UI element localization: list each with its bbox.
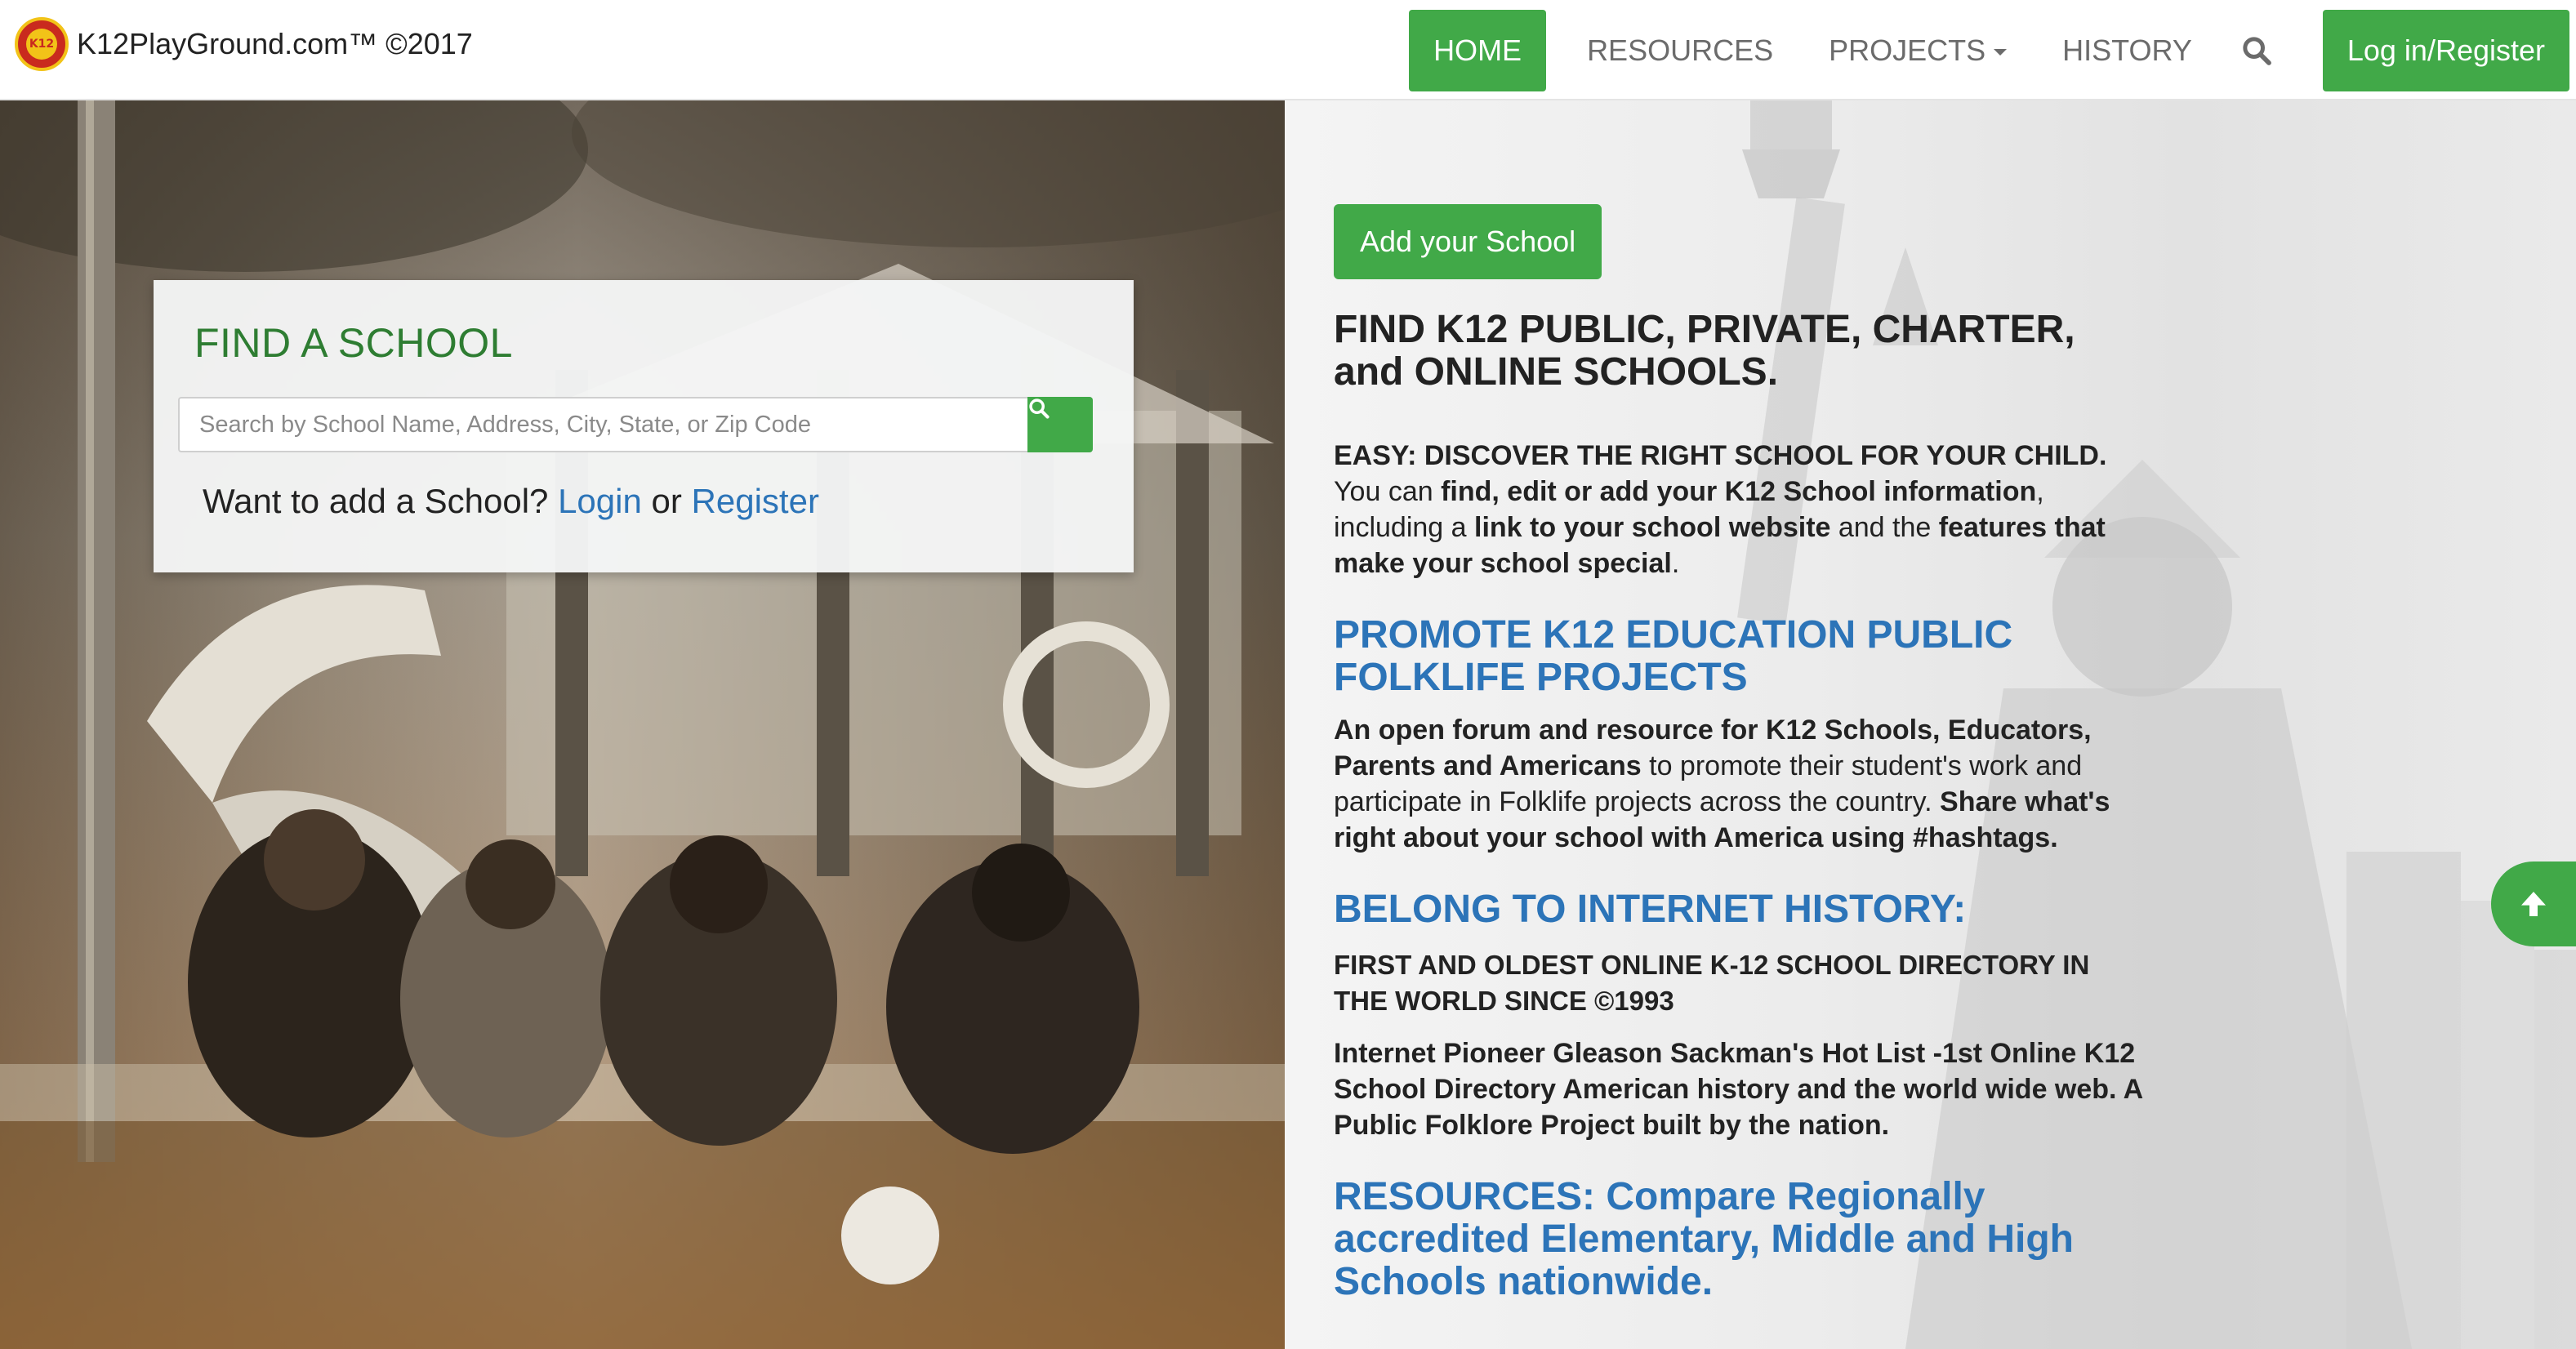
nav-home[interactable]: HOME xyxy=(1409,10,1547,91)
login-link[interactable]: Login xyxy=(558,482,642,520)
easy-bold-1: EASY: DISCOVER THE RIGHT SCHOOL FOR YOUR… xyxy=(1334,440,2107,471)
easy-bold-2: find, edit or add your K12 School inform… xyxy=(1441,476,2037,507)
caret-down-icon xyxy=(1994,49,2008,56)
find-schools-heading: FIND K12 PUBLIC, PRIVATE, CHARTER, and O… xyxy=(1334,308,2075,394)
top-navbar: K12 K12PlayGround.com™ ©2017 HOME RESOUR… xyxy=(0,0,2576,100)
add-school-prompt: Want to add a School? Login or Register xyxy=(203,482,819,521)
easy-text-4: . xyxy=(1671,548,1680,579)
forum-paragraph: An open forum and resource for K12 Schoo… xyxy=(1334,712,2150,856)
school-search-input[interactable] xyxy=(178,397,1027,452)
brand-name: K12PlayGround.com™ ©2017 xyxy=(77,27,473,60)
info-content: Add your School FIND K12 PUBLIC, PRIVATE… xyxy=(1334,204,2150,1303)
find-school-title: FIND A SCHOOL xyxy=(194,320,513,366)
find-school-card: FIND A SCHOOL Want to add a School? Logi… xyxy=(154,280,1134,572)
arrow-up-icon xyxy=(2521,892,2546,916)
search-icon xyxy=(1029,398,1050,419)
logo-text: K12 xyxy=(26,29,57,60)
login-register-button[interactable]: Log in/Register xyxy=(2322,10,2569,91)
nav-history[interactable]: HISTORY xyxy=(2035,10,2220,91)
or-text: or xyxy=(651,482,682,520)
add-school-prefix: Want to add a School? xyxy=(203,482,549,520)
promote-heading: PROMOTE K12 EDUCATION PUBLIC FOLKLIFE PR… xyxy=(1334,613,2013,699)
info-panel: Add your School FIND K12 PUBLIC, PRIVATE… xyxy=(1285,100,2576,1349)
nav-projects[interactable]: PROJECTS xyxy=(1801,10,2035,91)
pioneer-text: Internet Pioneer Gleason Sackman's Hot L… xyxy=(1334,1038,2142,1141)
nav-resources[interactable]: RESOURCES xyxy=(1559,10,1801,91)
school-search-button[interactable] xyxy=(1027,397,1093,452)
hero-playground-image: FIND A SCHOOL Want to add a School? Logi… xyxy=(0,100,1285,1349)
search-icon xyxy=(2243,37,2271,65)
resources-heading: RESOURCES: Compare Regionally accredited… xyxy=(1334,1175,2074,1303)
nav-menu: HOME RESOURCES PROJECTS HISTORY Log in/R… xyxy=(1409,10,2569,91)
site-logo-icon: K12 xyxy=(15,17,69,71)
scroll-to-top-button[interactable] xyxy=(2491,861,2576,946)
first-oldest-text: FIRST AND OLDEST ONLINE K-12 SCHOOL DIRE… xyxy=(1334,950,2090,1016)
easy-bold-3: link to your school website xyxy=(1474,512,1831,543)
add-your-school-button[interactable]: Add your School xyxy=(1334,204,1602,279)
register-link[interactable]: Register xyxy=(692,482,819,520)
nav-projects-label: PROJECTS xyxy=(1829,33,1986,67)
nav-search-button[interactable] xyxy=(2220,10,2293,91)
easy-text-1: You can xyxy=(1334,476,1442,507)
easy-paragraph: EASY: DISCOVER THE RIGHT SCHOOL FOR YOUR… xyxy=(1334,438,2150,581)
easy-text-3: and the xyxy=(1830,512,1939,543)
brand[interactable]: K12 K12PlayGround.com™ ©2017 xyxy=(15,15,473,73)
internet-history-heading: BELONG TO INTERNET HISTORY: xyxy=(1334,888,1967,931)
